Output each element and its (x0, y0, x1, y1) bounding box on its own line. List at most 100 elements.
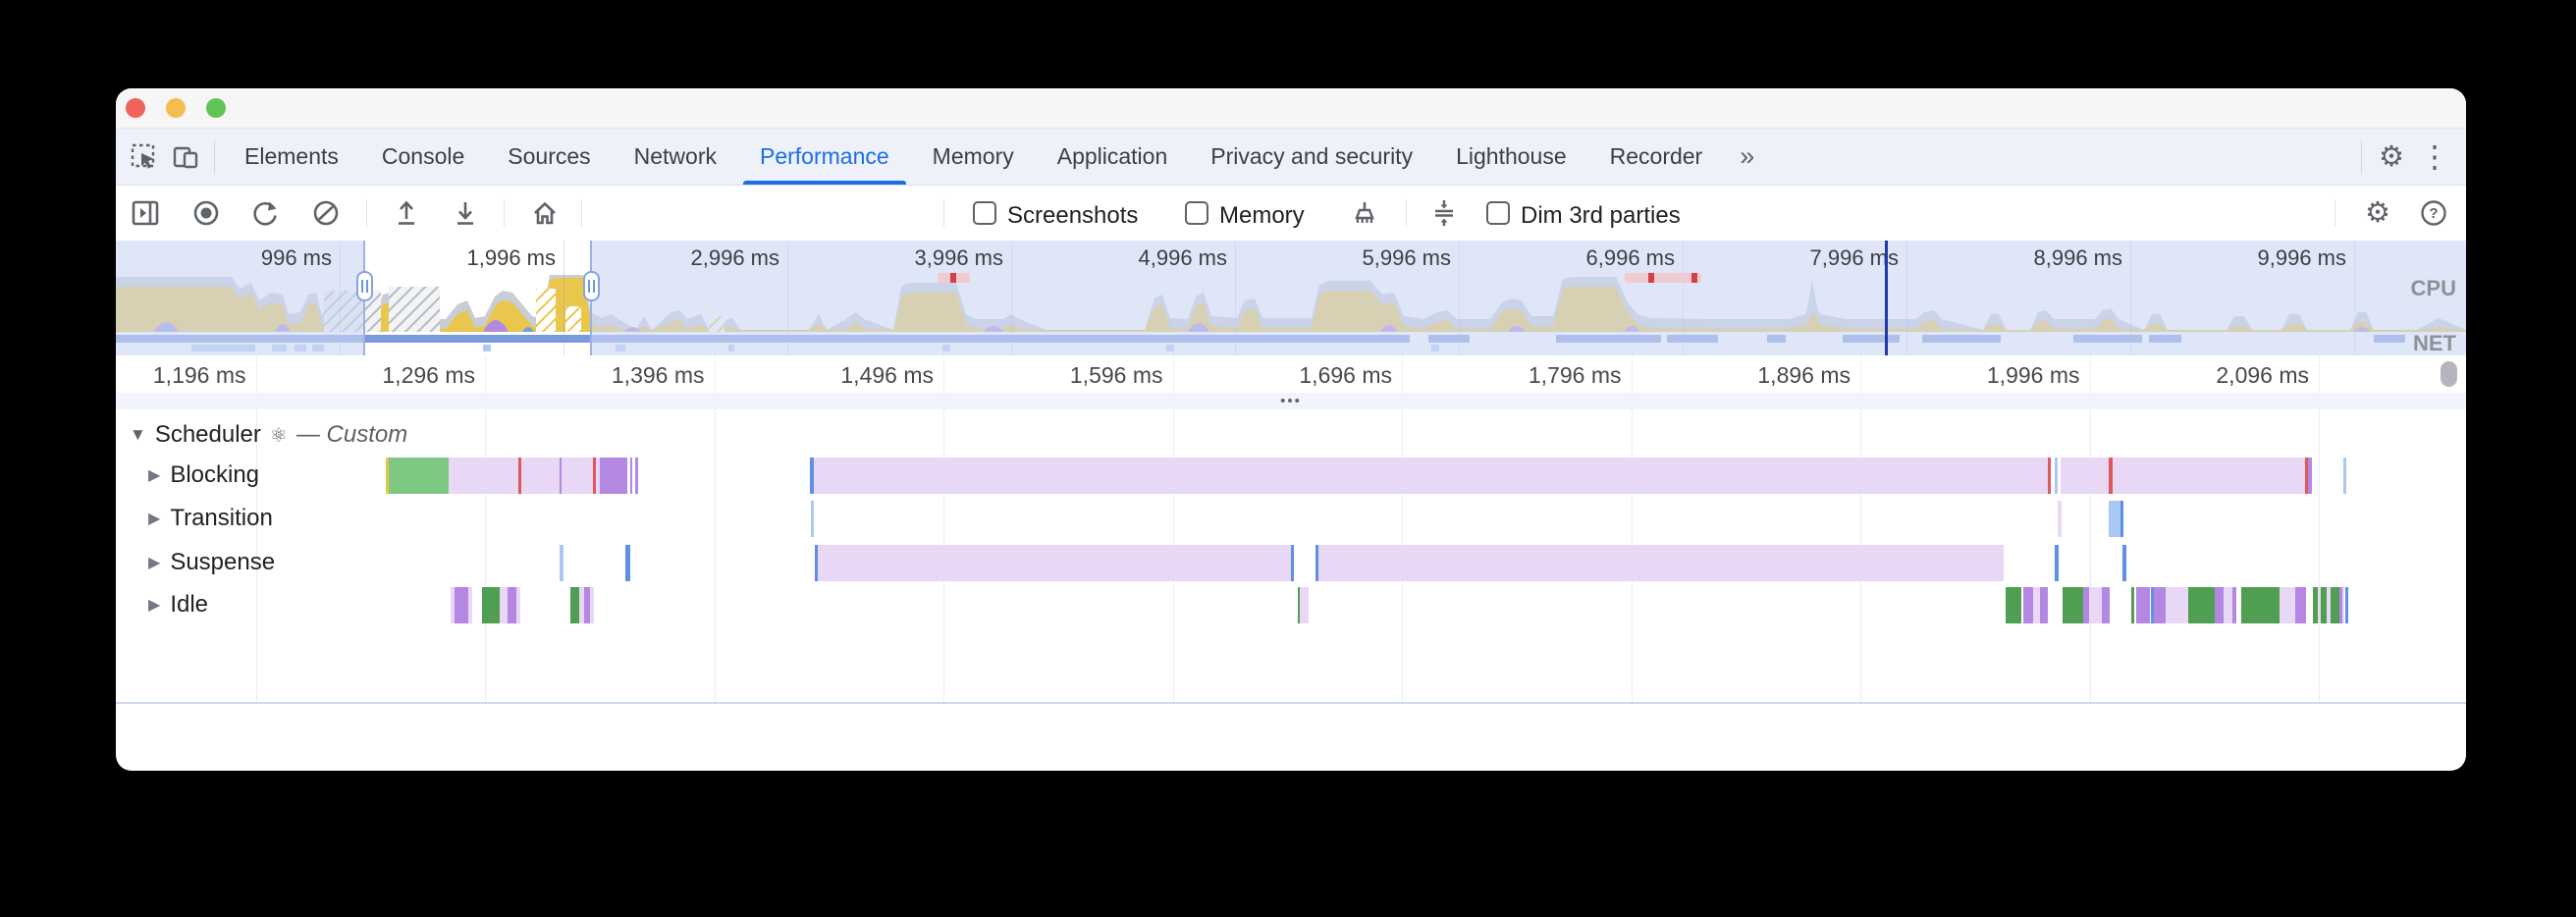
expand-arrow-icon[interactable]: ▶ (148, 465, 160, 485)
flame-bar[interactable] (600, 458, 627, 494)
flame-bar[interactable] (2006, 587, 2021, 623)
device-toolbar-icon[interactable] (165, 136, 206, 178)
collect-garbage-icon[interactable] (1350, 198, 1379, 228)
flame-bar[interactable] (562, 458, 593, 494)
settings-gear-icon[interactable]: ⚙ (2370, 139, 2413, 174)
flame-bar[interactable] (2033, 587, 2040, 623)
flame-bar[interactable] (625, 545, 630, 581)
flame-bar[interactable] (2345, 587, 2348, 623)
flame-bar[interactable] (2061, 458, 2109, 494)
flame-bar[interactable] (818, 545, 1291, 581)
flame-bar[interactable] (2055, 458, 2058, 494)
flame-bar[interactable] (635, 458, 638, 494)
inspect-element-icon[interactable] (124, 136, 165, 178)
clear-icon[interactable] (311, 198, 341, 228)
flame-bar[interactable] (2342, 587, 2344, 623)
flame-bar[interactable] (1300, 587, 1309, 623)
tab-memory[interactable]: Memory (911, 129, 1036, 185)
tab-console[interactable]: Console (360, 129, 486, 185)
flame-bar[interactable] (630, 458, 632, 494)
timeline-overview[interactable]: 996 ms1,996 ms2,996 ms3,996 ms4,996 ms5,… (116, 241, 2466, 355)
flame-bar[interactable] (2089, 587, 2102, 623)
tab-application[interactable]: Application (1036, 129, 1190, 185)
zoom-button[interactable] (206, 98, 226, 118)
flame-bar[interactable] (2048, 458, 2051, 494)
flame-bar[interactable] (482, 587, 500, 623)
more-tabs-icon[interactable]: » (1724, 141, 1770, 172)
tab-network[interactable]: Network (613, 129, 738, 185)
flame-bar[interactable] (2308, 458, 2312, 494)
flame-bar[interactable] (2343, 458, 2346, 494)
flame-bar[interactable] (508, 587, 516, 623)
flame-bar[interactable] (521, 458, 560, 494)
flame-bar[interactable] (2102, 587, 2110, 623)
expand-arrow-icon[interactable]: ▶ (148, 595, 160, 615)
flame-bar[interactable] (2215, 587, 2224, 623)
flame-bar[interactable] (2154, 587, 2166, 623)
flame-bar[interactable] (2120, 501, 2123, 537)
tab-recorder[interactable]: Recorder (1588, 129, 1725, 185)
minimize-button[interactable] (166, 98, 186, 118)
panel-settings-gear-icon[interactable]: ⚙ (2356, 195, 2399, 230)
flame-bar[interactable] (811, 501, 814, 537)
selection-handle-right[interactable] (583, 271, 600, 301)
flame-bar[interactable] (814, 458, 2048, 494)
flame-bar[interactable] (468, 587, 472, 623)
track-row-suspense[interactable]: ▶ Suspense (148, 549, 275, 576)
flame-bar[interactable] (2224, 587, 2232, 623)
track-row-transition[interactable]: ▶ Transition (148, 505, 273, 532)
tab-sources[interactable]: Sources (486, 129, 612, 185)
tab-elements[interactable]: Elements (223, 129, 360, 185)
flame-bar[interactable] (2113, 458, 2305, 494)
flame-bar[interactable] (2241, 587, 2280, 623)
flame-bar[interactable] (2122, 545, 2126, 581)
flame-bar[interactable] (2063, 587, 2083, 623)
flame-bar[interactable] (590, 587, 594, 623)
selection-handle-left[interactable] (356, 271, 373, 301)
expand-arrow-icon[interactable]: ▶ (148, 553, 160, 572)
overview-resize-strip[interactable]: ••• (116, 393, 2466, 409)
fit-content-icon[interactable] (1429, 198, 1459, 228)
memory-checkbox[interactable] (1185, 201, 1208, 225)
tab-lighthouse[interactable]: Lighthouse (1434, 129, 1588, 185)
expand-arrow-icon[interactable]: ▶ (148, 509, 160, 528)
collapse-arrow-icon[interactable]: ▼ (130, 425, 146, 445)
flame-bar[interactable] (2055, 545, 2059, 581)
upload-profile-icon[interactable] (392, 198, 421, 228)
kebab-menu-icon[interactable]: ⋮ (2413, 139, 2456, 175)
drag-handle-dots[interactable]: ••• (1280, 393, 1302, 409)
flame-bar[interactable] (2058, 501, 2062, 537)
flame-bar[interactable] (500, 587, 508, 623)
flame-bar[interactable] (1291, 545, 1294, 581)
flame-bar[interactable] (2166, 587, 2188, 623)
track-row-blocking[interactable]: ▶ Blocking (148, 461, 259, 489)
flame-bar[interactable] (2023, 587, 2033, 623)
help-icon[interactable]: ? (2419, 198, 2448, 228)
flame-bar[interactable] (1318, 545, 2004, 581)
flame-bar[interactable] (455, 587, 468, 623)
record-icon[interactable] (191, 198, 221, 228)
flame-bar[interactable] (389, 458, 449, 494)
flame-bar[interactable] (2295, 587, 2306, 623)
tab-performance[interactable]: Performance (738, 129, 911, 185)
flame-bar[interactable] (2232, 587, 2236, 623)
flame-bar[interactable] (2040, 587, 2048, 623)
flame-bar[interactable] (516, 587, 520, 623)
track-header-scheduler[interactable]: ▼ Scheduler ⚛ — Custom (130, 421, 407, 449)
flame-bar[interactable] (2188, 587, 2215, 623)
playhead-line[interactable] (1885, 241, 1888, 355)
close-button[interactable] (126, 98, 145, 118)
flame-bar[interactable] (2280, 587, 2295, 623)
scrollbar-thumb[interactable] (2441, 361, 2457, 387)
flame-bar[interactable] (449, 458, 518, 494)
flame-bar[interactable] (2109, 501, 2120, 537)
toggle-sidebar-icon[interactable] (131, 198, 160, 228)
flame-bar[interactable] (2136, 587, 2150, 623)
flame-bar[interactable] (2131, 587, 2134, 623)
download-profile-icon[interactable] (451, 198, 480, 228)
flame-bar[interactable] (2331, 587, 2339, 623)
dim-3rd-parties-checkbox[interactable] (1486, 201, 1510, 225)
flame-bar[interactable] (560, 545, 564, 581)
reload-record-icon[interactable] (250, 198, 280, 228)
home-icon[interactable] (530, 198, 560, 228)
